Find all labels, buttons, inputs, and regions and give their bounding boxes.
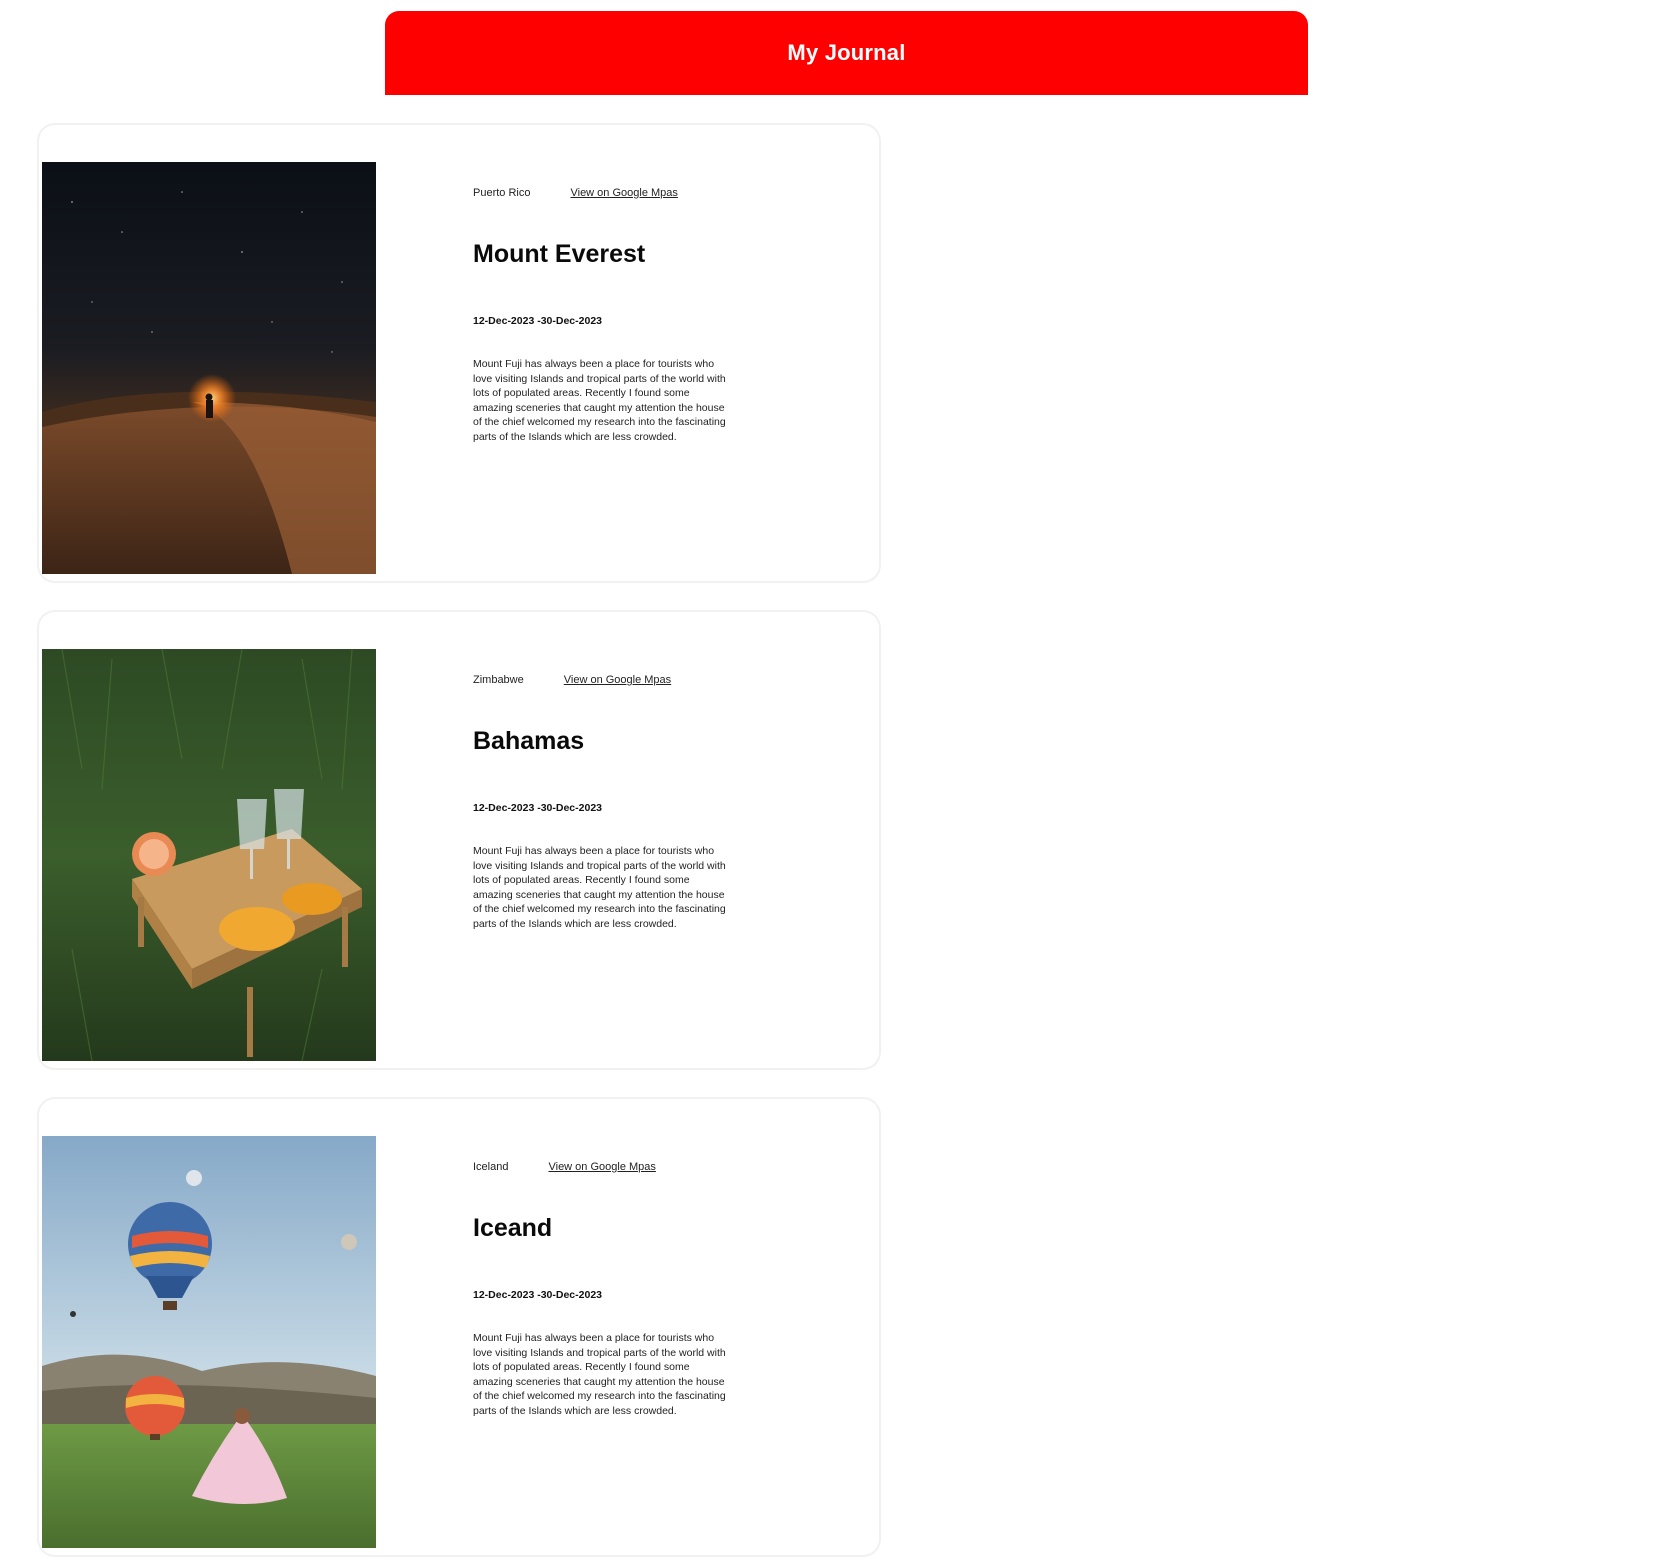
app-header: My Journal [385,11,1308,95]
entry-description: Mount Fuji has always been a place for t… [473,845,726,930]
view-on-google-maps-link[interactable]: View on Google Mpas [548,1161,655,1173]
view-on-google-maps-link[interactable]: View on Google Mpas [564,674,671,686]
view-on-google-maps-link[interactable]: View on Google Mpas [570,187,677,199]
location-label: Zimbabwe [473,674,524,686]
entry-description: Mount Fuji has always been a place for t… [473,1332,726,1417]
hot-air-balloons-photo [42,1136,376,1548]
entry-title: Iceand [473,1214,553,1242]
journal-entry-card: Zimbabwe View on Google Mpas Bahamas 12-… [39,612,879,1068]
location-label: Iceland [473,1161,509,1173]
entry-description: Mount Fuji has always been a place for t… [473,358,726,443]
page-title: My Journal [787,40,906,65]
entry-title: Bahamas [473,727,585,755]
picnic-photo [42,649,376,1061]
entry-dates: 12-Dec-2023 -30-Dec-2023 [473,802,602,814]
entry-meta: Iceland View on Google Mpas [473,1161,656,1173]
entry-title: Mount Everest [473,240,646,268]
entry-meta: Zimbabwe View on Google Mpas [473,674,671,686]
entry-dates: 12-Dec-2023 -30-Dec-2023 [473,1289,602,1301]
entry-meta: Puerto Rico View on Google Mpas [473,187,678,199]
journal-entry-card: Puerto Rico View on Google Mpas Mount Ev… [39,125,879,581]
journal-entry-card: Iceland View on Google Mpas Iceand 12-De… [39,1099,879,1555]
location-label: Puerto Rico [473,187,531,199]
entry-dates: 12-Dec-2023 -30-Dec-2023 [473,315,602,327]
desert-night-photo [42,162,376,574]
